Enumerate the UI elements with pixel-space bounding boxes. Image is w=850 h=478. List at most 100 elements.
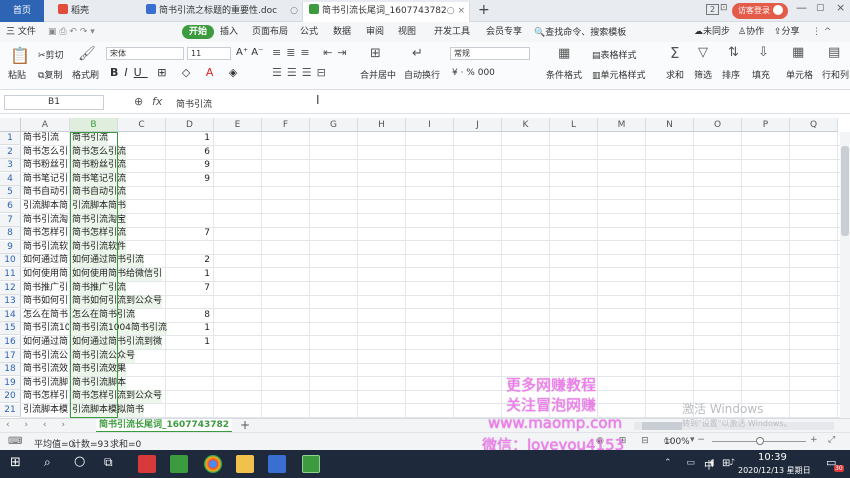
cell-a[interactable]: 简书推广引 bbox=[23, 282, 69, 295]
formula-input[interactable]: 简书引流 bbox=[176, 97, 212, 110]
windows-start-icon[interactable]: ⊞ bbox=[10, 455, 21, 470]
cell-d[interactable]: 1 bbox=[190, 322, 210, 335]
filter-button[interactable]: 筛选 bbox=[694, 68, 712, 81]
font-size-adjust-icons[interactable]: A⁺ A⁻ bbox=[236, 47, 263, 58]
add-sheet-icon[interactable]: + bbox=[240, 418, 250, 432]
command-search[interactable]: 🔍查找命令、搜索模板 bbox=[534, 25, 626, 38]
zoom-level[interactable]: 100% bbox=[664, 437, 690, 447]
column-header[interactable]: H bbox=[358, 118, 406, 132]
row-header[interactable]: 21 bbox=[0, 404, 21, 417]
tab-developer[interactable]: 开发工具 bbox=[434, 25, 470, 39]
cell-a[interactable]: 简书笔记引 bbox=[23, 173, 69, 186]
cell-a[interactable]: 如何通过简 bbox=[23, 254, 69, 267]
cells-button[interactable]: 单元格 bbox=[786, 68, 813, 81]
cell-b[interactable]: 简书引流公众号 bbox=[72, 349, 136, 363]
fullscreen-icon[interactable]: ⤢ bbox=[828, 435, 835, 445]
cell-b[interactable]: 简书怎样引流到公众号 bbox=[72, 390, 163, 404]
vertical-scroll-thumb[interactable] bbox=[841, 146, 849, 236]
cell-d[interactable]: 1 bbox=[190, 268, 210, 281]
row-header[interactable]: 8 bbox=[0, 227, 21, 241]
cortana-icon[interactable]: ○ bbox=[74, 454, 85, 469]
spreadsheet-grid[interactable]: ABCDEFGHIJKLMNOPQ 1 简书引流 简书引流 1 2 简书怎么引 简书怎么引流… bbox=[0, 114, 850, 418]
sheet-nav-icons[interactable]: ‹ › ‹ › bbox=[6, 420, 71, 430]
cell-d[interactable]: 2 bbox=[190, 254, 210, 267]
row-header[interactable]: 14 bbox=[0, 308, 21, 322]
tab-start[interactable]: 开始 bbox=[182, 25, 215, 39]
cell-b[interactable]: 简书引流 bbox=[72, 132, 109, 145]
column-header[interactable]: B bbox=[70, 118, 118, 132]
row-header[interactable]: 6 bbox=[0, 200, 21, 213]
sort-button[interactable]: 排序 bbox=[722, 68, 740, 81]
video-app-icon[interactable] bbox=[138, 455, 156, 473]
row-header[interactable]: 4 bbox=[0, 172, 21, 186]
wps-sheet-taskbar-icon[interactable] bbox=[170, 455, 188, 473]
sum-button[interactable]: 求和 bbox=[666, 68, 684, 81]
cell-d[interactable]: 8 bbox=[190, 309, 210, 322]
minimize-icon[interactable]: — bbox=[796, 1, 807, 14]
cell-a[interactable]: 怎么在简书 bbox=[23, 309, 69, 322]
file-explorer-icon[interactable] bbox=[236, 455, 254, 473]
format-painter-button[interactable]: 格式刷 bbox=[72, 68, 99, 81]
tab-spreadsheet[interactable]: 简书引流长尾词_1607743782 ○ × bbox=[302, 2, 470, 22]
cell-a[interactable]: 简书引流淘 bbox=[23, 214, 69, 227]
column-header[interactable]: J bbox=[454, 118, 502, 132]
cell-d[interactable] bbox=[190, 241, 210, 254]
tab-member[interactable]: 会员专享 bbox=[486, 25, 522, 39]
column-header[interactable]: F bbox=[262, 118, 310, 132]
maximize-icon[interactable]: ▢ bbox=[816, 3, 825, 13]
chrome-icon[interactable] bbox=[204, 455, 222, 473]
cell-d[interactable] bbox=[190, 350, 210, 363]
vertical-scrollbar[interactable] bbox=[840, 132, 850, 418]
column-header[interactable]: P bbox=[742, 118, 790, 132]
tab-view[interactable]: 视图 bbox=[398, 25, 416, 39]
ime-indicator[interactable]: 中 bbox=[704, 457, 714, 472]
wps-sheet-active-icon[interactable] bbox=[302, 455, 320, 473]
cell-a[interactable]: 引流脚本模 bbox=[23, 404, 69, 417]
close-icon[interactable]: ○ bbox=[290, 2, 298, 21]
horizontal-scroll-thumb[interactable] bbox=[642, 422, 682, 430]
row-header[interactable]: 13 bbox=[0, 295, 21, 309]
copy-button[interactable]: ⧉复制 bbox=[38, 68, 62, 81]
cell-a[interactable]: 如何通过简 bbox=[23, 336, 69, 349]
cell-a[interactable]: 简书怎样引 bbox=[23, 227, 69, 240]
column-header[interactable]: D bbox=[166, 118, 214, 132]
number-format-select[interactable]: 常规 bbox=[450, 47, 530, 60]
row-header[interactable]: 10 bbox=[0, 254, 21, 268]
cell-d[interactable] bbox=[190, 200, 210, 213]
cell-b[interactable]: 简书怎么引流 bbox=[72, 145, 127, 159]
cell-d[interactable]: 9 bbox=[190, 173, 210, 186]
wrap-text-button[interactable]: 自动换行 bbox=[404, 68, 440, 81]
row-header[interactable]: 17 bbox=[0, 349, 21, 363]
cell-b[interactable]: 简书引流1004简书引流 bbox=[72, 322, 167, 336]
conditional-format-button[interactable]: 条件格式 bbox=[546, 68, 582, 81]
quick-access-icons[interactable]: ▣ ⎙ ↶ ↷ ▾ bbox=[48, 25, 95, 39]
cell-b[interactable]: 如何通过简书引流到微 bbox=[72, 336, 163, 349]
row-header[interactable]: 16 bbox=[0, 336, 21, 349]
cell-style-button[interactable]: ▥单元格样式 bbox=[592, 68, 646, 81]
cell-a[interactable]: 简书如何引 bbox=[23, 295, 69, 308]
column-header[interactable]: A bbox=[21, 118, 70, 132]
column-header[interactable]: E bbox=[214, 118, 262, 132]
cell-a[interactable]: 简书引流10 bbox=[23, 322, 69, 335]
tab-home[interactable]: 首页 bbox=[0, 0, 44, 22]
cell-b[interactable]: 如何使用简书给微信引 bbox=[72, 268, 163, 281]
zoom-in-icon[interactable]: + bbox=[810, 435, 818, 445]
cell-b[interactable]: 简书引流软件 bbox=[72, 240, 127, 254]
row-header[interactable]: 12 bbox=[0, 281, 21, 295]
cell-b[interactable]: 简书引流脚本 bbox=[72, 376, 127, 390]
font-size-select[interactable]: 11 bbox=[187, 47, 231, 60]
guest-login-button[interactable]: 访客登录 bbox=[732, 3, 788, 19]
clock-date[interactable]: 2020/12/13 星期日 bbox=[738, 465, 811, 476]
column-header[interactable]: Q bbox=[790, 118, 838, 132]
cell-d[interactable] bbox=[190, 295, 210, 308]
cell-a[interactable]: 简书引流脚 bbox=[23, 377, 69, 390]
horizontal-align-buttons[interactable]: ☰☰☰⊟ bbox=[272, 66, 331, 79]
column-header[interactable]: G bbox=[310, 118, 358, 132]
row-header[interactable]: 3 bbox=[0, 159, 21, 173]
cell-d[interactable]: 1 bbox=[190, 336, 210, 349]
ime-mode-icon[interactable]: ⊞ bbox=[722, 458, 730, 469]
cell-b[interactable]: 怎么在简书引流 bbox=[72, 308, 136, 322]
currency-percent-buttons[interactable]: ¥ · % 000 bbox=[452, 68, 495, 78]
table-style-button[interactable]: ▤表格样式 bbox=[592, 48, 637, 61]
cell-b[interactable]: 简书自动引流 bbox=[72, 186, 127, 200]
